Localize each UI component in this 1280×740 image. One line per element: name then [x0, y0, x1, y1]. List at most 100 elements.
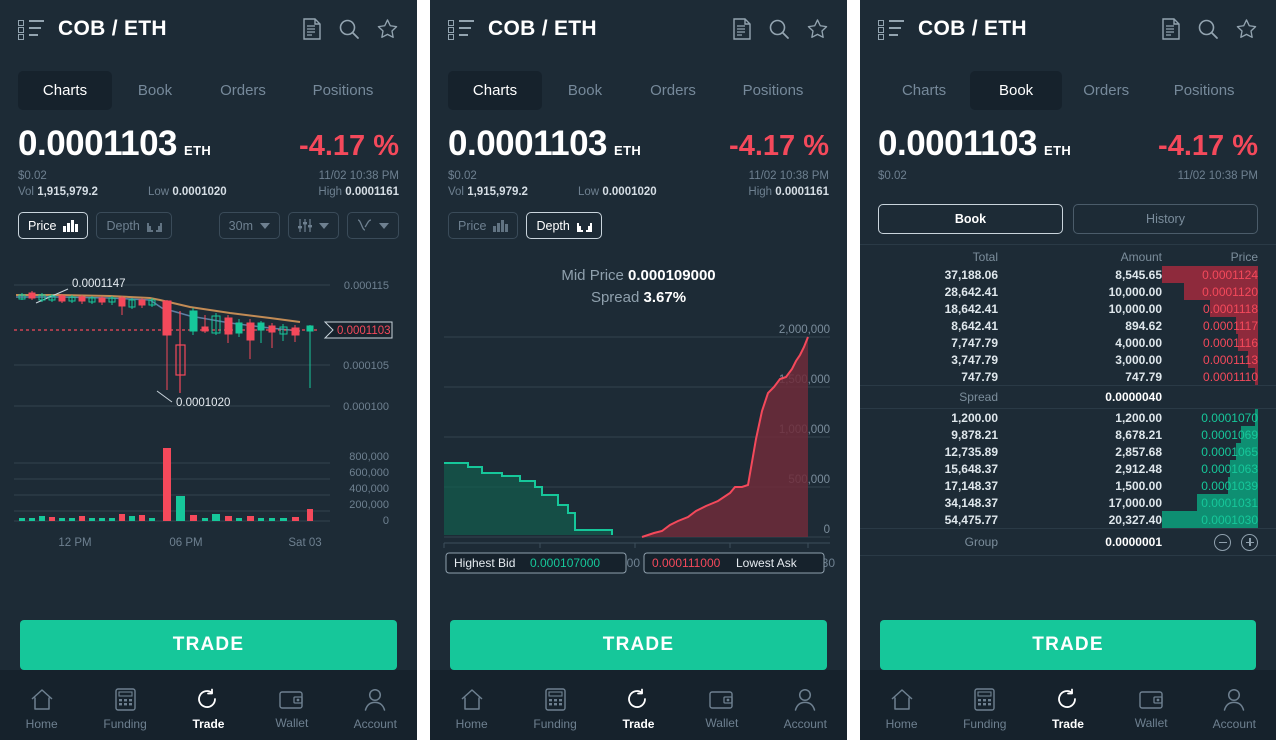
- svg-text:06 PM: 06 PM: [169, 537, 202, 549]
- tab-orders[interactable]: Orders: [628, 71, 718, 110]
- nav-label: Wallet: [705, 715, 739, 730]
- search-icon[interactable]: [338, 18, 360, 40]
- chart-toolbar: Price Depth 30m: [0, 212, 417, 239]
- nav-item-trade[interactable]: Trade: [168, 688, 248, 731]
- nav-label: Home: [455, 716, 488, 731]
- nav-item-funding[interactable]: Funding: [85, 687, 165, 731]
- tab-book[interactable]: Book: [112, 71, 198, 110]
- search-icon[interactable]: [1197, 18, 1219, 40]
- table-row[interactable]: 28,642.41 10,000.00 0.0001120: [860, 283, 1276, 300]
- bids-area: [444, 463, 612, 535]
- table-row[interactable]: 37,188.06 8,545.65 0.0001124: [860, 266, 1276, 283]
- nav-item-wallet[interactable]: Wallet: [682, 689, 762, 730]
- history-toggle-button[interactable]: History: [1073, 204, 1258, 234]
- curve-icon: [357, 219, 372, 231]
- document-icon[interactable]: [1161, 18, 1181, 40]
- star-icon[interactable]: [1235, 18, 1258, 40]
- indicators-dropdown[interactable]: [288, 212, 339, 239]
- table-row[interactable]: 12,735.89 2,857.68 0.0001065: [860, 443, 1276, 460]
- spread-row: Spread 0.0000040: [860, 385, 1276, 409]
- nav-label: Wallet: [275, 715, 309, 730]
- svg-text:400,000: 400,000: [349, 483, 389, 495]
- list-icon[interactable]: [18, 19, 44, 40]
- cell-amount: 1,200.00: [1115, 410, 1162, 425]
- table-row[interactable]: 54,475.77 20,327.40 0.0001030: [860, 511, 1276, 528]
- nav-item-trade[interactable]: Trade: [1028, 688, 1108, 731]
- price-mode-button[interactable]: Price: [18, 212, 89, 239]
- tab-positions[interactable]: Positions: [718, 71, 828, 110]
- nav-item-home[interactable]: Home: [432, 688, 512, 731]
- tab-orders[interactable]: Orders: [198, 71, 288, 110]
- nav-item-account[interactable]: Account: [765, 688, 845, 731]
- cell-price: 0.0001070: [1201, 410, 1258, 425]
- spread-value: 0.0000040: [1105, 390, 1162, 404]
- cell-total: 28,642.41: [944, 284, 998, 299]
- nav-item-home[interactable]: Home: [2, 688, 82, 731]
- price-candlestick-chart[interactable]: 0.000115 0.000105 0.000100 0.0001147 0.0…: [0, 253, 417, 549]
- document-icon[interactable]: [302, 18, 322, 40]
- table-row[interactable]: 9,878.21 8,678.21 0.0001069: [860, 426, 1276, 443]
- trade-button[interactable]: TRADE: [880, 620, 1256, 670]
- refresh-icon: [628, 688, 647, 708]
- nav-item-home[interactable]: Home: [862, 688, 942, 731]
- table-row[interactable]: 15,648.37 2,912.48 0.0001063: [860, 460, 1276, 477]
- volume-stat: Vol 1,915,979.2: [18, 186, 98, 198]
- list-icon[interactable]: [448, 19, 474, 40]
- change-percent: -4.17 %: [299, 130, 399, 162]
- page-title: COB / ETH: [918, 17, 1027, 40]
- trade-button[interactable]: TRADE: [450, 620, 827, 670]
- group-decrease-button[interactable]: [1214, 533, 1231, 551]
- cell-total: 15,648.37: [944, 461, 998, 476]
- ticker-meta: $0.02 11/02 10:38 PM Vol 1,915,979.2 Low…: [0, 170, 417, 204]
- svg-text:0.000115: 0.000115: [344, 280, 389, 292]
- nav-item-wallet[interactable]: Wallet: [1111, 689, 1191, 730]
- group-increase-button[interactable]: [1241, 533, 1258, 551]
- table-row[interactable]: 8,642.41 894.62 0.0001117: [860, 317, 1276, 334]
- tab-charts[interactable]: Charts: [878, 71, 970, 110]
- tab-orders[interactable]: Orders: [1062, 71, 1150, 110]
- nav-item-funding[interactable]: Funding: [945, 687, 1025, 731]
- table-row[interactable]: 3,747.79 3,000.00 0.0001113: [860, 351, 1276, 368]
- tab-charts[interactable]: Charts: [448, 70, 542, 110]
- book-toggle-button[interactable]: Book: [878, 204, 1063, 234]
- tab-positions[interactable]: Positions: [1150, 71, 1258, 110]
- svg-text:0.000100: 0.000100: [343, 401, 389, 413]
- refresh-icon: [198, 688, 217, 708]
- nav-item-trade[interactable]: Trade: [598, 688, 678, 731]
- cell-amount: 747.79: [1125, 369, 1162, 384]
- search-icon[interactable]: [768, 18, 790, 40]
- table-row[interactable]: 34,148.37 17,000.00 0.0001031: [860, 494, 1276, 511]
- document-icon[interactable]: [732, 18, 752, 40]
- tab-positions[interactable]: Positions: [288, 71, 398, 110]
- nav-label: Trade: [1051, 716, 1084, 731]
- group-label: Group: [964, 535, 998, 549]
- star-icon[interactable]: [806, 18, 829, 40]
- svg-text:200,000: 200,000: [349, 499, 389, 511]
- nav-item-account[interactable]: Account: [335, 688, 415, 731]
- table-row[interactable]: 747.79 747.79 0.0001110: [860, 368, 1276, 385]
- list-icon[interactable]: [878, 19, 904, 40]
- chart-toolbar: Price Depth: [430, 212, 847, 239]
- tab-book[interactable]: Book: [970, 70, 1063, 110]
- svg-text:0.000105: 0.000105: [343, 360, 389, 372]
- drawing-tools-dropdown[interactable]: [347, 212, 399, 239]
- header-actions: [302, 18, 399, 40]
- table-row[interactable]: 1,200.00 1,200.00 0.0001070: [860, 409, 1276, 426]
- nav-item-wallet[interactable]: Wallet: [252, 689, 332, 730]
- table-row[interactable]: 7,747.79 4,000.00 0.0001116: [860, 334, 1276, 351]
- nav-item-funding[interactable]: Funding: [515, 687, 595, 731]
- cell-price: 0.0001110: [1203, 369, 1258, 384]
- tab-book[interactable]: Book: [542, 71, 628, 110]
- depth-mode-button[interactable]: Depth: [96, 212, 172, 239]
- nav-item-account[interactable]: Account: [1194, 688, 1274, 731]
- star-icon[interactable]: [376, 18, 399, 40]
- price-mode-button[interactable]: Price: [448, 212, 519, 239]
- depth-mode-button[interactable]: Depth: [526, 212, 602, 239]
- interval-dropdown[interactable]: 30m: [218, 212, 280, 239]
- cell-amount: 1,500.00: [1115, 478, 1162, 493]
- tab-charts[interactable]: Charts: [18, 70, 112, 110]
- trade-button[interactable]: TRADE: [20, 620, 397, 670]
- table-row[interactable]: 18,642.41 10,000.00 0.0001118: [860, 300, 1276, 317]
- market-depth-chart[interactable]: 2,000,000 1,500,000 1,000,000 500,000 0: [430, 315, 847, 575]
- table-row[interactable]: 17,148.37 1,500.00 0.0001039: [860, 477, 1276, 494]
